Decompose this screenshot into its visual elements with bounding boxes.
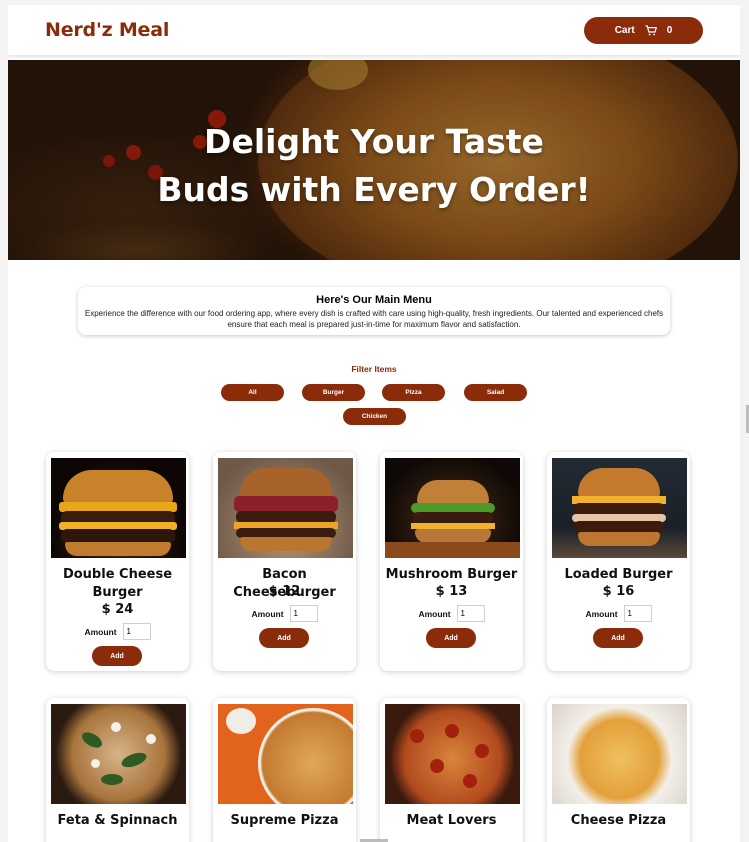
menu-item-name: Mushroom Burger <box>385 567 518 582</box>
filter-burger-button[interactable]: Burger <box>302 384 365 401</box>
burger-image <box>385 458 520 558</box>
filter-title: Filter Items <box>351 364 397 374</box>
menu-card: Supreme Pizza <box>213 698 356 842</box>
menu-item-price: $ 12 <box>268 584 301 599</box>
add-button[interactable]: Add <box>92 646 142 666</box>
menu-intro-title: Here's Our Main Menu <box>316 294 432 306</box>
brand-logo[interactable]: Nerd'z Meal <box>45 19 169 41</box>
menu-card: Feta & Spinnach <box>46 698 189 842</box>
pizza-image <box>51 704 186 804</box>
hero-line-2: Buds with Every Order! <box>157 170 591 209</box>
menu-item-price: $ 16 <box>602 584 635 599</box>
hero-title: Delight Your Taste Buds with Every Order… <box>8 118 740 214</box>
pizza-image <box>385 704 520 804</box>
amount-label: Amount <box>251 608 284 619</box>
menu-item-price: $ 13 <box>435 584 468 599</box>
menu-card: Cheese Pizza <box>547 698 690 842</box>
menu-item-name: Double Cheese Burger <box>62 567 173 600</box>
amount-label: Amount <box>418 608 451 619</box>
add-button[interactable]: Add <box>426 628 476 648</box>
menu-item-name: Cheese Pizza <box>570 813 667 828</box>
cart-button[interactable]: Cart 0 <box>584 17 703 44</box>
cart-label: Cart <box>614 25 635 36</box>
amount-label: Amount <box>84 626 117 637</box>
amount-row: Amount <box>213 605 356 622</box>
amount-input[interactable] <box>456 605 485 622</box>
menu-card: Loaded Burger $ 16 Amount Add <box>547 452 690 671</box>
hero-line-1: Delight Your Taste <box>204 122 544 161</box>
menu-card: Mushroom Burger $ 13 Amount Add <box>380 452 523 671</box>
burger-image <box>51 458 186 558</box>
amount-row: Amount <box>46 623 189 640</box>
filter-all-button[interactable]: All <box>221 384 284 401</box>
pizza-image <box>218 704 353 804</box>
filter-chicken-button[interactable]: Chicken <box>343 408 406 425</box>
burger-image <box>218 458 353 558</box>
amount-row: Amount <box>547 605 690 622</box>
amount-label: Amount <box>585 608 618 619</box>
pizza-image <box>552 704 687 804</box>
menu-card: Bacon Cheeseburger $ 12 Amount Add <box>213 452 356 671</box>
filter-salad-button[interactable]: Salad <box>464 384 527 401</box>
menu-card: Double Cheese Burger $ 24 Amount Add <box>46 452 189 671</box>
add-button[interactable]: Add <box>259 628 309 648</box>
menu-intro-card: Here's Our Main Menu Experience the diff… <box>78 287 670 335</box>
page: Nerd'z Meal Cart 0 Delight Your Taste Bu… <box>8 5 740 842</box>
menu-card: Meat Lovers <box>380 698 523 842</box>
amount-input[interactable] <box>623 605 652 622</box>
burger-image <box>552 458 687 558</box>
filter-pizza-button[interactable]: Pizza <box>382 384 445 401</box>
menu-item-price: $ 24 <box>101 602 134 617</box>
header: Nerd'z Meal Cart 0 <box>8 5 740 55</box>
menu-item-name: Supreme Pizza <box>230 813 339 828</box>
cart-count: 0 <box>666 25 673 36</box>
amount-input[interactable] <box>122 623 151 640</box>
menu-item-name: Feta & Spinnach <box>57 813 178 828</box>
add-button[interactable]: Add <box>593 628 643 648</box>
menu-intro-text: Experience the difference with our food … <box>84 309 664 329</box>
amount-input[interactable] <box>289 605 318 622</box>
hero-banner: Delight Your Taste Buds with Every Order… <box>8 60 740 260</box>
cart-icon <box>645 25 657 36</box>
amount-row: Amount <box>380 605 523 622</box>
menu-item-name: Loaded Burger <box>564 567 673 582</box>
menu-item-name: Meat Lovers <box>406 813 497 828</box>
